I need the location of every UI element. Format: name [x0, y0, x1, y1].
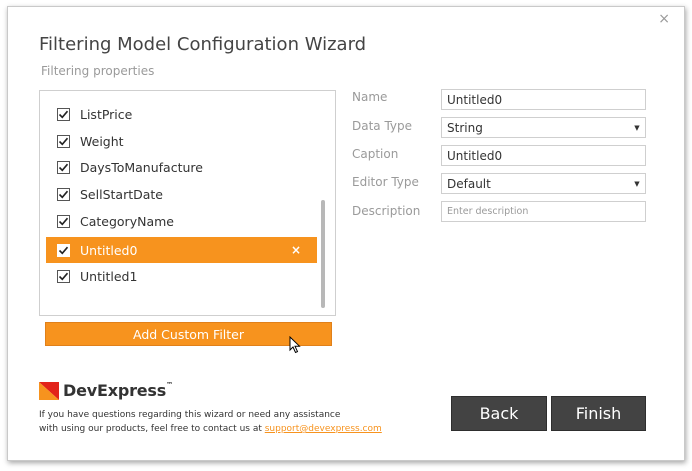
list-item-label: Untitled1 [80, 268, 138, 284]
support-email-link[interactable]: support@devexpress.com [265, 424, 382, 434]
support-text-line2: with using our products, feel free to co… [39, 424, 382, 434]
editor-type-value: Default [447, 176, 491, 191]
caption-field[interactable]: Untitled0 [441, 145, 646, 166]
devexpress-logo-icon [39, 381, 59, 400]
description-field[interactable]: Enter description [441, 201, 646, 222]
check-icon [58, 110, 69, 118]
description-placeholder: Enter description [447, 206, 529, 217]
scrollbar-thumb[interactable] [321, 200, 325, 308]
list-item-label: ListPrice [80, 106, 133, 122]
data-type-select[interactable]: String ▼ [441, 117, 646, 138]
list-item-selected[interactable]: Untitled0 × [46, 237, 317, 263]
editor-type-select[interactable]: Default ▼ [441, 173, 646, 194]
name-field[interactable]: Untitled0 [441, 89, 646, 110]
check-icon [58, 272, 69, 280]
checkbox[interactable] [57, 160, 70, 174]
list-item-label: Untitled0 [80, 242, 138, 258]
list-item[interactable]: ListPrice [46, 101, 317, 127]
list-item-label: Weight [80, 133, 124, 149]
caption-label: Caption [352, 147, 399, 161]
list-item-label: SellStartDate [80, 186, 163, 202]
dropdown-arrow-icon: ▼ [634, 179, 640, 188]
support-text-line1: If you have questions regarding this wiz… [39, 410, 341, 420]
checkbox[interactable] [57, 187, 70, 201]
checkbox[interactable] [57, 214, 70, 228]
list-item-label: CategoryName [80, 213, 174, 229]
wizard-subtitle: Filtering properties [41, 64, 155, 78]
check-icon [58, 217, 69, 225]
check-icon [58, 137, 69, 145]
wizard-window: × Filtering Model Configuration Wizard F… [7, 6, 685, 461]
checkbox[interactable] [57, 243, 70, 257]
devexpress-logo: DevExpress™ [39, 381, 173, 400]
check-icon [58, 163, 69, 171]
dropdown-arrow-icon: ▼ [634, 123, 640, 132]
support-text: If you have questions regarding this wiz… [39, 408, 382, 436]
list-item[interactable]: DaysToManufacture [46, 154, 317, 180]
data-type-value: String [447, 120, 483, 135]
name-value: Untitled0 [447, 92, 503, 107]
checkbox[interactable] [57, 134, 70, 148]
list-item-label: DaysToManufacture [80, 159, 203, 175]
close-icon[interactable]: × [658, 11, 670, 27]
brand-name: DevExpress™ [63, 381, 173, 400]
remove-item-icon[interactable]: × [291, 242, 301, 258]
list-item[interactable]: CategoryName [46, 208, 317, 234]
editor-type-label: Editor Type [352, 175, 419, 189]
mouse-pointer-icon [289, 336, 301, 354]
wizard-title: Filtering Model Configuration Wizard [39, 34, 367, 55]
list-item[interactable]: SellStartDate [46, 181, 317, 207]
description-label: Description [352, 204, 421, 218]
data-type-label: Data Type [352, 119, 413, 133]
back-button[interactable]: Back [451, 396, 547, 431]
caption-value: Untitled0 [447, 148, 503, 163]
check-icon [58, 190, 69, 198]
list-item[interactable]: Weight [46, 128, 317, 154]
checkbox[interactable] [57, 269, 70, 283]
check-icon [58, 246, 69, 254]
list-item[interactable]: Untitled1 [46, 263, 317, 289]
filtering-properties-list[interactable]: ListPrice Weight DaysToManufacture SellS… [39, 90, 336, 316]
finish-button[interactable]: Finish [551, 396, 646, 431]
name-label: Name [352, 90, 388, 104]
checkbox[interactable] [57, 107, 70, 121]
